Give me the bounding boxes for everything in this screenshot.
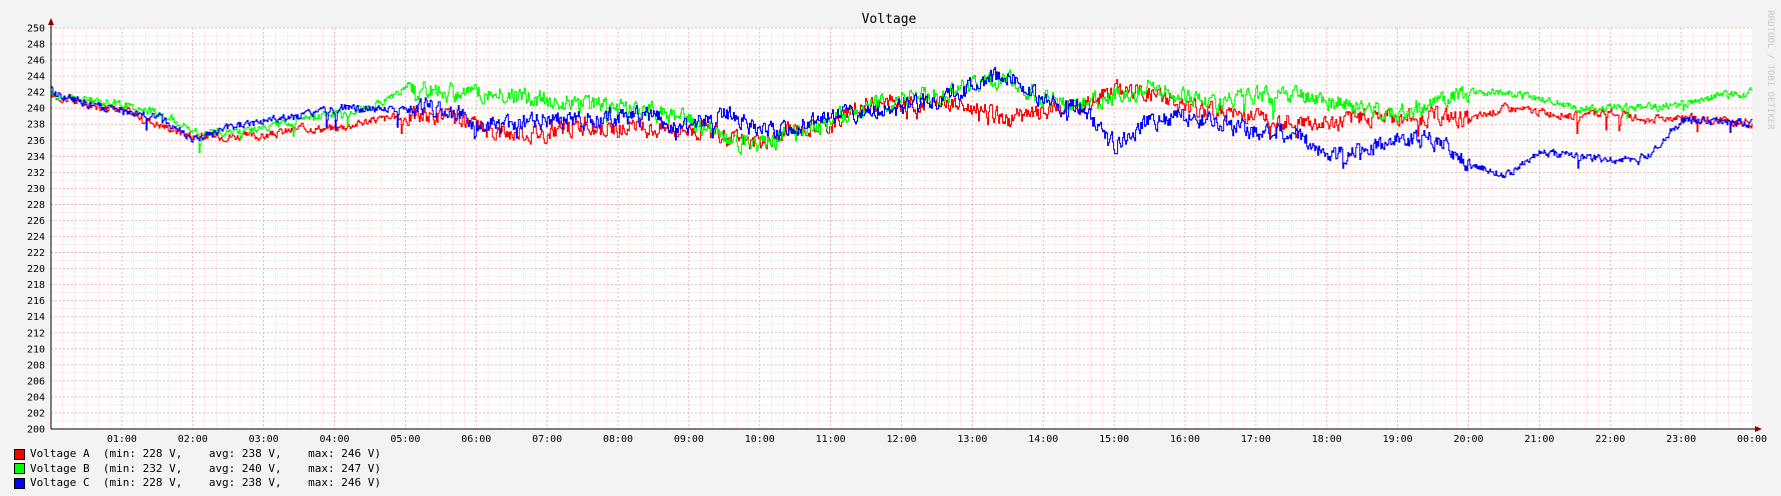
y-tick-label: 234	[27, 152, 45, 163]
legend-name: Voltage B	[30, 461, 90, 475]
legend-stats: (min: 228 V, avg: 238 V, max: 246 V)	[89, 476, 382, 489]
y-tick-label: 200	[27, 425, 45, 436]
x-tick-label: 10:00	[745, 434, 775, 445]
x-tick-label: 19:00	[1383, 434, 1413, 445]
y-tick-label: 236	[27, 136, 45, 147]
legend-item: Voltage A (min: 228 V, avg: 238 V, max: …	[14, 447, 381, 462]
y-tick-label: 240	[27, 104, 45, 115]
x-tick-label: 08:00	[603, 434, 633, 445]
y-tick-label: 216	[27, 296, 45, 307]
x-tick-label: 06:00	[461, 434, 491, 445]
x-tick-label: 03:00	[249, 434, 279, 445]
y-tick-label: 220	[27, 264, 45, 275]
x-tick-label: 22:00	[1595, 434, 1625, 445]
y-tick-label: 242	[27, 88, 45, 99]
legend: Voltage A (min: 228 V, avg: 238 V, max: …	[14, 447, 381, 491]
y-tick-label: 218	[27, 280, 45, 291]
y-tick-label: 206	[27, 376, 45, 387]
x-axis-ticks: 01:00 02:00 03:00 04:00 05:00 06:00 07:00 08:00…	[107, 434, 1767, 445]
x-tick-label: 15:00	[1099, 434, 1129, 445]
x-tick-label: 12:00	[886, 434, 916, 445]
x-tick-label: 16:00	[1170, 434, 1200, 445]
legend-swatch	[14, 477, 25, 489]
y-tick-label: 238	[27, 120, 45, 131]
y-tick-label: 214	[27, 312, 45, 323]
voltage-chart: Voltage 200 202 204 206 208 210 212 214 216 218 22…	[27, 10, 1775, 445]
x-tick-label: 11:00	[816, 434, 846, 445]
y-tick-label: 226	[27, 216, 45, 227]
x-tick-label: 09:00	[674, 434, 704, 445]
x-tick-label: 21:00	[1524, 434, 1554, 445]
x-tick-label: 07:00	[532, 434, 562, 445]
legend-swatch	[14, 448, 25, 460]
x-tick-label: 02:00	[178, 434, 208, 445]
y-tick-label: 202	[27, 408, 45, 419]
y-tick-label: 228	[27, 200, 45, 211]
x-tick-label: 04:00	[319, 434, 349, 445]
legend-name: Voltage A	[30, 447, 90, 460]
y-tick-label: 222	[27, 248, 45, 259]
x-tick-label: 05:00	[390, 434, 420, 445]
legend-name: Voltage C	[30, 476, 90, 489]
x-tick-label: 18:00	[1312, 434, 1342, 445]
y-tick-label: 246	[27, 56, 45, 67]
x-axis-arrow	[1755, 426, 1762, 432]
x-tick-label: 23:00	[1666, 434, 1696, 445]
y-tick-label: 204	[27, 392, 45, 403]
y-tick-label: 250	[27, 24, 45, 35]
legend-stats: (min: 232 V, avg: 240 V, max: 247 V)	[89, 461, 382, 475]
y-tick-label: 230	[27, 184, 45, 195]
x-tick-label: 01:00	[107, 434, 137, 445]
y-tick-label: 208	[27, 360, 45, 371]
y-tick-label: 210	[27, 344, 45, 355]
y-tick-label: 232	[27, 168, 45, 179]
y-axis-arrow	[48, 18, 54, 25]
legend-item: Voltage C (min: 228 V, avg: 238 V, max: …	[14, 476, 381, 491]
x-tick-label: 13:00	[957, 434, 987, 445]
y-axis-ticks: 200 202 204 206 208 210 212 214 216 218 220 222 224 2…	[27, 24, 45, 436]
x-tick-label: 00:00	[1737, 434, 1767, 445]
y-tick-label: 212	[27, 328, 45, 339]
x-tick-label: 20:00	[1453, 434, 1483, 445]
chart-title: Voltage	[862, 12, 917, 27]
x-tick-label: 14:00	[1028, 434, 1058, 445]
graph-panel: Voltage 200 202 204 206 208 210 212 214 216 218 22…	[0, 0, 1781, 496]
legend-stats: (min: 228 V, avg: 238 V, max: 246 V)	[89, 447, 382, 460]
y-tick-label: 224	[27, 232, 45, 243]
y-tick-label: 244	[27, 72, 45, 83]
x-tick-label: 17:00	[1241, 434, 1271, 445]
y-tick-label: 248	[27, 40, 45, 51]
side-watermark: RRDTOOL / TOBI OETIKER	[1765, 10, 1775, 130]
legend-swatch	[14, 463, 25, 475]
legend-item: Voltage B (min: 232 V, avg: 240 V, max: …	[14, 462, 381, 477]
